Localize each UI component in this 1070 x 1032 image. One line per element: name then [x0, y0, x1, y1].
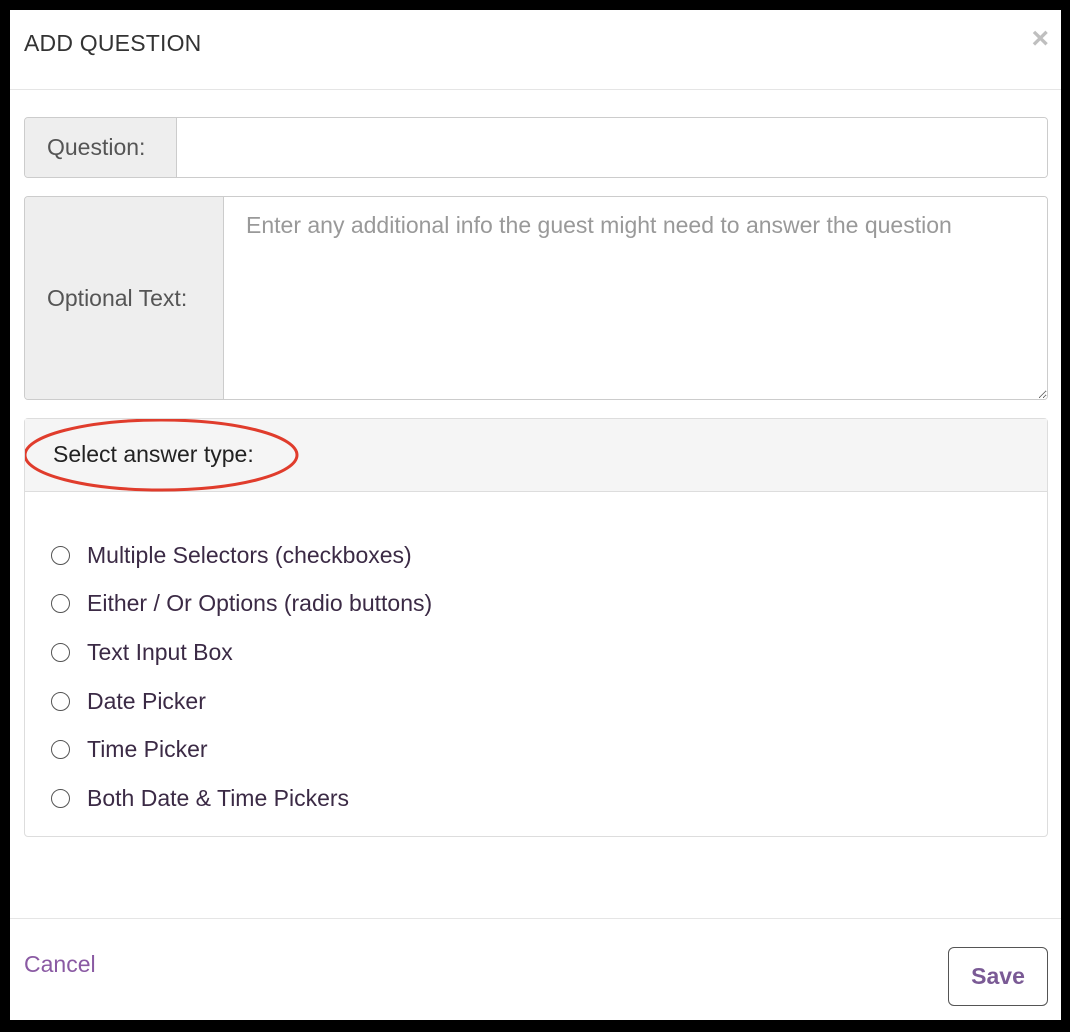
answer-type-options: Multiple Selectors (checkboxes) Either /…	[51, 531, 432, 823]
answer-type-option[interactable]: Either / Or Options (radio buttons)	[51, 580, 432, 629]
modal-header: ADD QUESTION ×	[10, 10, 1061, 90]
close-icon[interactable]: ×	[1031, 24, 1049, 54]
modal-title: ADD QUESTION	[24, 30, 202, 56]
radio-button[interactable]	[51, 545, 70, 565]
answer-type-panel: Select answer type: Multiple Selectors (…	[24, 418, 1048, 837]
option-label: Both Date & Time Pickers	[87, 784, 350, 811]
option-label: Either / Or Options (radio buttons)	[87, 590, 433, 617]
option-label: Multiple Selectors (checkboxes)	[87, 541, 412, 568]
optional-text-textarea[interactable]	[224, 197, 1047, 399]
cancel-link[interactable]: Cancel	[24, 951, 96, 978]
radio-button[interactable]	[51, 691, 70, 711]
answer-type-option[interactable]: Time Picker	[51, 725, 432, 774]
radio-button[interactable]	[51, 788, 70, 808]
optional-text-label: Optional Text:	[25, 197, 224, 399]
answer-type-option[interactable]: Date Picker	[51, 677, 432, 726]
question-input[interactable]	[177, 118, 1047, 177]
answer-type-option[interactable]: Multiple Selectors (checkboxes)	[51, 531, 432, 580]
save-button[interactable]: Save	[948, 947, 1048, 1006]
radio-button[interactable]	[51, 740, 70, 760]
answer-type-heading: Select answer type:	[53, 441, 254, 467]
question-label: Question:	[25, 118, 177, 177]
answer-type-option[interactable]: Both Date & Time Pickers	[51, 774, 432, 823]
radio-button[interactable]	[51, 594, 70, 614]
radio-button[interactable]	[51, 642, 70, 662]
answer-type-panel-heading: Select answer type:	[25, 419, 1047, 492]
option-label: Text Input Box	[87, 638, 233, 665]
option-label: Time Picker	[87, 736, 208, 763]
add-question-modal: ADD QUESTION × Question: Optional Text: …	[10, 10, 1061, 1020]
answer-type-option[interactable]: Text Input Box	[51, 628, 432, 677]
question-input-group: Question:	[24, 117, 1048, 178]
modal-footer: Cancel Save	[10, 918, 1061, 1020]
option-label: Date Picker	[87, 687, 206, 714]
optional-text-input-group: Optional Text:	[24, 196, 1048, 400]
